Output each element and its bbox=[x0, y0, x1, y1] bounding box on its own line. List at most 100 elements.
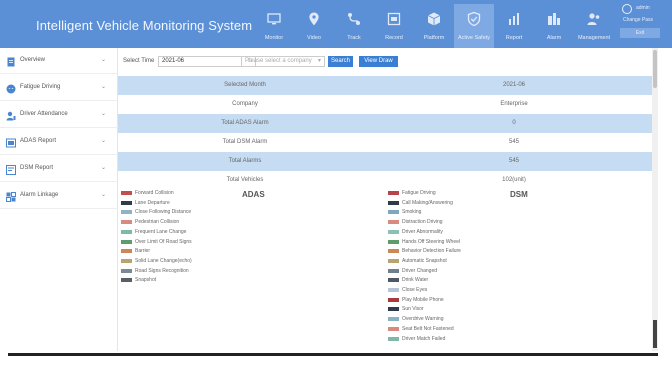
sidebar-item-adas-report[interactable]: ADAS Report ⌄ bbox=[0, 129, 118, 155]
legend-label: Hands Off Steering Wheel bbox=[402, 238, 460, 245]
sidebar-item-label: Fatigue Driving bbox=[20, 84, 61, 90]
alarm-icon bbox=[546, 11, 562, 27]
user-avatar-icon[interactable] bbox=[622, 4, 632, 14]
company-select[interactable]: Please select a company ▾ bbox=[241, 56, 325, 67]
sidebar-item-label: Overview bbox=[20, 57, 46, 63]
nav-item-alarm[interactable]: Alarm bbox=[534, 4, 574, 48]
legend-label: Seat Belt Not Fastened bbox=[402, 325, 454, 332]
chevron-down-icon: ⌄ bbox=[101, 57, 107, 63]
legend-swatch bbox=[388, 239, 399, 244]
nav-item-label: Report bbox=[505, 35, 523, 41]
summary-value: 545 bbox=[508, 158, 519, 164]
sidebar-item-dsm-report[interactable]: DSM Report ⌄ bbox=[0, 156, 118, 182]
summary-row: Total DSM Alarm 545 bbox=[118, 133, 656, 152]
adas-legend-item[interactable]: Lane Departure bbox=[121, 200, 241, 208]
dsm-legend-item[interactable]: Seat Belt Not Fastened bbox=[388, 326, 508, 334]
legend-swatch bbox=[388, 210, 399, 215]
summary-value: 545 bbox=[508, 139, 519, 145]
fatigue-face-icon bbox=[6, 81, 16, 94]
legend-swatch bbox=[388, 336, 399, 341]
vertical-scrollbar-bottom[interactable] bbox=[653, 320, 657, 348]
summary-value: 102(unit) bbox=[502, 177, 526, 183]
dsm-legend-item[interactable]: Driver Match Failed bbox=[388, 336, 508, 344]
adas-legend-item[interactable]: Snapshot bbox=[121, 277, 241, 285]
nav-item-record[interactable]: Record bbox=[374, 4, 414, 48]
adas-legend-item[interactable]: Frequent Lane Change bbox=[121, 229, 241, 237]
summary-value: 0 bbox=[512, 120, 516, 126]
sidebar-item-label: DSM Report bbox=[20, 165, 54, 171]
nav-item-label: Platform bbox=[423, 35, 445, 41]
view-draw-button[interactable]: View Draw bbox=[359, 56, 398, 67]
legend-label: Driver Match Failed bbox=[402, 335, 446, 342]
adas-legend-item[interactable]: Solid Lane Change(echo) bbox=[121, 258, 241, 266]
adas-legend-item[interactable]: Road Signs Recognition bbox=[121, 268, 241, 276]
adas-legend-item[interactable]: Close Following Distance bbox=[121, 209, 241, 217]
legend-label: Distraction Driving bbox=[402, 219, 443, 226]
legend-swatch bbox=[388, 288, 399, 292]
legend-label: Smoking bbox=[402, 209, 422, 216]
dsm-legend-item[interactable]: Distraction Driving bbox=[388, 219, 508, 227]
dsm-legend-item[interactable]: Close Eyes bbox=[388, 287, 508, 295]
nav-item-track[interactable]: Track bbox=[334, 4, 374, 48]
vertical-scrollbar-track[interactable] bbox=[652, 48, 658, 351]
alarm-linkage-icon bbox=[6, 189, 16, 202]
legend-swatch bbox=[121, 210, 132, 215]
dsm-legend-item[interactable]: Overdrive Warning bbox=[388, 316, 508, 324]
dsm-legend-item[interactable]: Call Making/Answering bbox=[388, 200, 508, 208]
dsm-legend-item[interactable]: Fatigue Driving bbox=[388, 190, 508, 198]
summary-row: Selected Month 2021-06 bbox=[118, 76, 656, 95]
legend-label: Overdrive Warning bbox=[402, 316, 444, 323]
sidebar-item-driver-attendance[interactable]: Driver Attendance ⌄ bbox=[0, 102, 118, 128]
sidebar-item-overview[interactable]: Overview ⌄ bbox=[0, 48, 118, 74]
alarm-charts-area: ADAS Forward Collision Lane Departure Clos… bbox=[118, 190, 656, 351]
dsm-legend-item[interactable]: Play Mobile Phone bbox=[388, 297, 508, 305]
legend-swatch bbox=[388, 297, 399, 302]
app-window: Intelligent Vehicle Monitoring System Mo… bbox=[0, 0, 672, 367]
dsm-report-icon bbox=[6, 162, 16, 175]
nav-item-label: Record bbox=[385, 35, 403, 41]
adas-legend-item[interactable]: Forward Collision bbox=[121, 190, 241, 198]
adas-legend-item[interactable]: Over Limit Of Road Signs bbox=[121, 239, 241, 247]
sidebar-item-alarm-linkage[interactable]: Alarm Linkage ⌄ bbox=[0, 183, 118, 209]
dsm-legend-item[interactable]: Hands Off Steering Wheel bbox=[388, 239, 508, 247]
dsm-legend-item[interactable]: Smoking bbox=[388, 209, 508, 217]
adas-legend-item[interactable]: Barrier bbox=[121, 248, 241, 256]
summary-table: Selected Month 2021-06 Company Enterprise To… bbox=[118, 76, 656, 190]
summary-row: Total Vehicles 102(unit) bbox=[118, 171, 656, 190]
exit-button[interactable]: Exit bbox=[620, 28, 660, 38]
legend-label: Sun Visor bbox=[402, 306, 424, 313]
dsm-legend-item[interactable]: Automatic Snapshot bbox=[388, 258, 508, 266]
date-value: 2021-06 bbox=[162, 58, 185, 64]
monitor-icon bbox=[266, 11, 282, 27]
legend-swatch bbox=[388, 249, 399, 254]
dsm-legend-item[interactable]: Drink Water bbox=[388, 277, 508, 285]
horizontal-scrollbar[interactable] bbox=[8, 353, 658, 356]
nav-item-active-safety[interactable]: Active Safety bbox=[454, 4, 494, 48]
nav-item-video[interactable]: Video bbox=[294, 4, 334, 48]
legend-label: Close Eyes bbox=[402, 287, 428, 293]
nav-item-report[interactable]: Report bbox=[494, 4, 534, 48]
legend-label: Driver Changed bbox=[402, 267, 438, 274]
adas-legend: Forward Collision Lane Departure Close Fol… bbox=[121, 190, 271, 300]
filter-toolbar: Select Time 2021-06 □ Please select a co… bbox=[118, 48, 656, 76]
nav-item-management[interactable]: Management bbox=[574, 4, 614, 48]
summary-label: Total Alarms bbox=[228, 158, 262, 164]
dsm-legend-item[interactable]: Driver Changed bbox=[388, 268, 508, 276]
driver-person-icon bbox=[6, 108, 16, 121]
summary-value: 2021-06 bbox=[502, 82, 526, 88]
search-button[interactable]: Search bbox=[328, 56, 353, 67]
vertical-scrollbar-thumb[interactable] bbox=[653, 50, 657, 88]
chevron-down-icon: ⌄ bbox=[101, 111, 107, 117]
nav-item-platform[interactable]: Platform bbox=[414, 4, 454, 48]
dsm-legend-item[interactable]: Sun Visor bbox=[388, 306, 508, 314]
dsm-legend-item[interactable]: Driver Abnormality bbox=[388, 229, 508, 237]
change-password-link[interactable]: Change Pass bbox=[623, 17, 653, 23]
legend-label: Drink Water bbox=[402, 277, 429, 284]
adas-legend-item[interactable]: Pedestrian Collision bbox=[121, 219, 241, 227]
dsm-legend-item[interactable]: Behavior Detection Failure bbox=[388, 248, 508, 256]
legend-label: Solid Lane Change(echo) bbox=[135, 257, 192, 264]
nav-item-label: Track bbox=[347, 35, 361, 41]
chevron-down-icon: ⌄ bbox=[101, 138, 107, 144]
sidebar-item-fatigue-driving[interactable]: Fatigue Driving ⌄ bbox=[0, 75, 118, 101]
nav-item-monitor[interactable]: Monitor bbox=[254, 4, 294, 48]
